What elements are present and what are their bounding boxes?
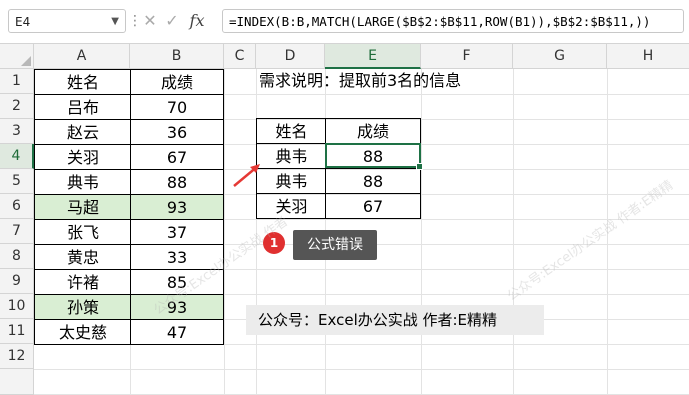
name-box[interactable]: E4 ▼ — [8, 9, 126, 33]
gridline — [224, 69, 225, 395]
table-cell[interactable]: 93 — [130, 194, 224, 220]
requirement-note: 需求说明：提取前3名的信息 — [259, 71, 462, 90]
gridline — [34, 369, 689, 370]
table-cell[interactable]: 太史慈 — [34, 319, 131, 345]
column-header-a[interactable]: A — [34, 44, 130, 69]
arrow-icon — [233, 164, 260, 187]
row-header-13[interactable] — [0, 369, 34, 395]
row-header-5[interactable]: 5 — [0, 169, 34, 194]
table-header-cell[interactable]: 姓名 — [34, 69, 131, 95]
table-cell[interactable]: 吕布 — [34, 94, 131, 120]
row-header-11[interactable]: 11 — [0, 319, 34, 344]
enter-icon[interactable]: ✓ — [162, 10, 182, 32]
table-cell[interactable]: 许褚 — [34, 269, 131, 295]
column-header-b[interactable]: B — [130, 44, 224, 69]
table-cell[interactable]: 张飞 — [34, 219, 131, 245]
table-cell[interactable]: 36 — [130, 119, 224, 145]
footer-banner: 公众号：Excel办公实战 作者:E精精 — [246, 305, 544, 335]
row-header-1[interactable]: 1 — [0, 69, 34, 94]
row-header-2[interactable]: 2 — [0, 94, 34, 119]
result-cell[interactable]: 88 — [325, 168, 421, 194]
table-header-cell[interactable]: 成绩 — [130, 69, 224, 95]
row-header-12[interactable]: 12 — [0, 344, 34, 369]
table-cell[interactable]: 马超 — [34, 194, 131, 220]
formula-input[interactable]: =INDEX(B:B,MATCH(LARGE($B$2:$B$11,ROW(B1… — [222, 9, 684, 33]
row-header-4[interactable]: 4 — [0, 144, 34, 169]
result-cell[interactable]: 67 — [325, 193, 421, 219]
chevron-down-icon[interactable]: ▼ — [111, 10, 119, 34]
column-header-g[interactable]: G — [513, 44, 607, 69]
row-header-3[interactable]: 3 — [0, 119, 34, 144]
gridline — [513, 69, 514, 395]
gridline — [421, 69, 422, 395]
table-cell[interactable]: 70 — [130, 94, 224, 120]
row-header-8[interactable]: 8 — [0, 244, 34, 269]
result-cell[interactable]: 典韦 — [256, 168, 326, 194]
result-header-cell[interactable]: 成绩 — [325, 118, 421, 144]
table-cell[interactable]: 典韦 — [34, 169, 131, 195]
row-header-9[interactable]: 9 — [0, 269, 34, 294]
table-cell[interactable]: 关羽 — [34, 144, 131, 170]
row-header-7[interactable]: 7 — [0, 219, 34, 244]
table-cell[interactable]: 67 — [130, 144, 224, 170]
result-cell[interactable]: 典韦 — [256, 143, 326, 169]
table-cell[interactable]: 黄忠 — [34, 244, 131, 270]
row-header-6[interactable]: 6 — [0, 194, 34, 219]
column-header-f[interactable]: F — [421, 44, 513, 69]
column-header-h[interactable]: H — [607, 44, 689, 69]
name-box-value: E4 — [15, 15, 31, 29]
column-header-d[interactable]: D — [256, 44, 325, 69]
table-cell[interactable]: 88 — [130, 169, 224, 195]
insert-function-button[interactable]: fx — [184, 10, 210, 32]
more-options-icon[interactable]: ⋮ — [128, 13, 142, 29]
column-header-c[interactable]: C — [224, 44, 256, 69]
active-cell-selection[interactable] — [325, 143, 423, 170]
select-all-corner[interactable] — [0, 44, 34, 69]
row-header-10[interactable]: 10 — [0, 294, 34, 319]
table-cell[interactable]: 孙策 — [34, 294, 131, 320]
result-header-cell[interactable]: 姓名 — [256, 118, 326, 144]
formula-bar: E4 ▼ ⋮ ✕ ✓ fx =INDEX(B:B,MATCH(LARGE($B$… — [0, 0, 689, 44]
table-cell[interactable]: 赵云 — [34, 119, 131, 145]
result-cell[interactable]: 关羽 — [256, 193, 326, 219]
column-header-e[interactable]: E — [325, 44, 421, 69]
error-callout: 公式错误 — [293, 230, 377, 260]
table-cell[interactable]: 47 — [130, 319, 224, 345]
table-cell[interactable]: 37 — [130, 219, 224, 245]
cancel-icon[interactable]: ✕ — [140, 10, 160, 32]
